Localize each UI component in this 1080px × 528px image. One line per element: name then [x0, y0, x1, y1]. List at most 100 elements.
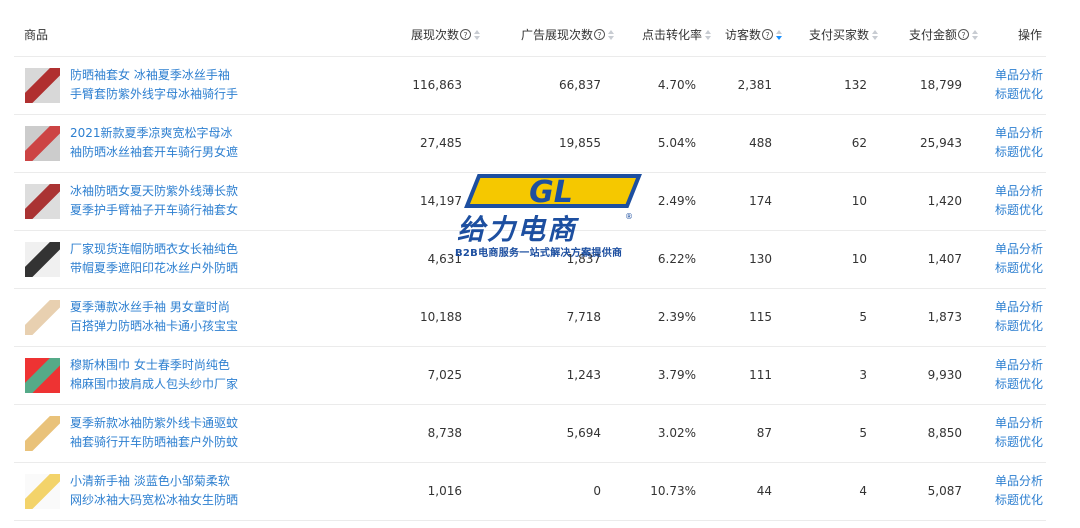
- table-row: 冰袖防晒女夏天防紫外线薄长款夏季护手臂袖子开车骑行袖套女 14,197 2.49…: [14, 173, 1046, 231]
- product-analysis-link[interactable]: 单品分析: [995, 240, 1043, 259]
- title-optimize-link[interactable]: 标题优化: [995, 259, 1043, 278]
- product-title-link[interactable]: 防晒袖套女 冰袖夏季冰丝手袖手臂套防紫外线字母冰袖骑行手: [70, 66, 240, 104]
- col-ops: 操作: [1018, 28, 1043, 42]
- product-thumbnail[interactable]: [25, 126, 60, 161]
- amount-value: 8,850: [927, 426, 962, 440]
- product-analysis-link[interactable]: 单品分析: [995, 66, 1043, 85]
- help-icon[interactable]: ?: [958, 29, 969, 40]
- product-thumbnail[interactable]: [25, 358, 60, 393]
- sort-icon[interactable]: [608, 29, 614, 41]
- ad-impressions-value: 1,837: [566, 252, 601, 266]
- product-analysis-link[interactable]: 单品分析: [995, 124, 1043, 143]
- amount-value: 25,943: [920, 136, 962, 150]
- ctr-value: 5.04%: [657, 136, 696, 150]
- sort-desc-active-icon[interactable]: [776, 29, 782, 41]
- ad-impressions-value: 66,837: [559, 78, 601, 92]
- title-optimize-link[interactable]: 标题优化: [995, 491, 1043, 510]
- product-title-link[interactable]: 冰袖防晒女夏天防紫外线薄长款夏季护手臂袖子开车骑行袖套女: [70, 182, 240, 220]
- impressions-value: 116,863: [412, 78, 462, 92]
- col-ad-impressions[interactable]: 广告展现次数?: [504, 26, 614, 43]
- col-amount[interactable]: 支付金额?: [894, 26, 978, 43]
- buyers-value: 62: [851, 136, 867, 150]
- sort-icon[interactable]: [474, 29, 480, 41]
- col-visitors[interactable]: 访客数?: [714, 26, 782, 43]
- product-thumbnail[interactable]: [25, 242, 60, 277]
- row-actions: 单品分析 标题优化: [995, 472, 1043, 510]
- product-thumbnail[interactable]: [25, 68, 60, 103]
- ctr-value: 6.22%: [657, 252, 696, 266]
- title-optimize-link[interactable]: 标题优化: [995, 375, 1043, 394]
- product-thumbnail[interactable]: [25, 474, 60, 509]
- buyers-value: 5: [859, 426, 867, 440]
- product-title-link[interactable]: 2021新款夏季凉爽宽松字母冰袖防晒冰丝袖套开车骑行男女遮: [70, 124, 240, 162]
- impressions-value: 1,016: [427, 484, 462, 498]
- ctr-value: 10.73%: [650, 484, 696, 498]
- product-analysis-link[interactable]: 单品分析: [995, 298, 1043, 317]
- ad-impressions-value: 19,855: [559, 136, 601, 150]
- title-optimize-link[interactable]: 标题优化: [995, 317, 1043, 336]
- sort-icon[interactable]: [705, 29, 711, 41]
- amount-value: 5,087: [927, 484, 962, 498]
- ctr-value: 2.49%: [657, 194, 696, 208]
- ctr-value: 4.70%: [657, 78, 696, 92]
- product-analysis-link[interactable]: 单品分析: [995, 472, 1043, 491]
- table-header: 商品 展现次数? 广告展现次数? 点击转化率 访客数? 支付买家数 支付金额? …: [14, 0, 1046, 57]
- ctr-value: 3.79%: [657, 368, 696, 382]
- help-icon[interactable]: ?: [460, 29, 471, 40]
- col-impressions[interactable]: 展现次数?: [394, 26, 480, 43]
- product-analysis-link[interactable]: 单品分析: [995, 414, 1043, 433]
- title-optimize-link[interactable]: 标题优化: [995, 85, 1043, 104]
- impressions-value: 8,738: [427, 426, 462, 440]
- product-thumbnail[interactable]: [25, 184, 60, 219]
- help-icon[interactable]: ?: [762, 29, 773, 40]
- ad-impressions-value: 5,694: [566, 426, 601, 440]
- row-actions: 单品分析 标题优化: [995, 66, 1043, 104]
- visitors-value: 111: [749, 368, 772, 382]
- visitors-value: 44: [756, 484, 772, 498]
- row-actions: 单品分析 标题优化: [995, 124, 1043, 162]
- product-title-link[interactable]: 夏季新款冰袖防紫外线卡通驱蚊袖套骑行开车防晒袖套户外防蚊: [70, 414, 240, 452]
- row-actions: 单品分析 标题优化: [995, 298, 1043, 336]
- amount-value: 18,799: [920, 78, 962, 92]
- product-title-link[interactable]: 厂家现货连帽防晒衣女长袖纯色带帽夏季遮阳印花冰丝户外防晒: [70, 240, 240, 278]
- product-analysis-link[interactable]: 单品分析: [995, 182, 1043, 201]
- sort-icon[interactable]: [872, 29, 878, 41]
- ctr-value: 2.39%: [657, 310, 696, 324]
- product-title-link[interactable]: 穆斯林围巾 女士春季时尚纯色棉麻围巾披肩成人包头纱巾厂家: [70, 356, 240, 394]
- col-ctr[interactable]: 点击转化率: [624, 26, 711, 43]
- ad-impressions-value: 1,243: [566, 368, 601, 382]
- table-row: 夏季新款冰袖防紫外线卡通驱蚊袖套骑行开车防晒袖套户外防蚊 8,738 5,694…: [14, 405, 1046, 463]
- sort-icon[interactable]: [972, 29, 978, 41]
- product-title-link[interactable]: 小清新手袖 淡蓝色小邹菊柔软网纱冰袖大码宽松冰袖女生防晒: [70, 472, 240, 510]
- buyers-value: 3: [859, 368, 867, 382]
- buyers-value: 10: [851, 252, 867, 266]
- impressions-value: 7,025: [427, 368, 462, 382]
- product-title-link[interactable]: 夏季薄款冰丝手袖 男女童时尚百搭弹力防晒冰袖卡通小孩宝宝: [70, 298, 240, 336]
- product-thumbnail[interactable]: [25, 300, 60, 335]
- product-analysis-link[interactable]: 单品分析: [995, 356, 1043, 375]
- title-optimize-link[interactable]: 标题优化: [995, 201, 1043, 220]
- col-buyers[interactable]: 支付买家数: [794, 26, 878, 43]
- amount-value: 1,873: [927, 310, 962, 324]
- impressions-value: 14,197: [420, 194, 462, 208]
- col-product: 商品: [24, 28, 49, 42]
- visitors-value: 115: [749, 310, 772, 324]
- title-optimize-link[interactable]: 标题优化: [995, 143, 1043, 162]
- ad-impressions-value: 7,718: [566, 310, 601, 324]
- ad-impressions-value: 0: [593, 484, 601, 498]
- impressions-value: 27,485: [420, 136, 462, 150]
- title-optimize-link[interactable]: 标题优化: [995, 433, 1043, 452]
- row-actions: 单品分析 标题优化: [995, 414, 1043, 452]
- impressions-value: 10,188: [420, 310, 462, 324]
- product-thumbnail[interactable]: [25, 416, 60, 451]
- ctr-value: 3.02%: [657, 426, 696, 440]
- visitors-value: 2,381: [737, 78, 772, 92]
- table-row: 穆斯林围巾 女士春季时尚纯色棉麻围巾披肩成人包头纱巾厂家 7,025 1,243…: [14, 347, 1046, 405]
- help-icon[interactable]: ?: [594, 29, 605, 40]
- table-row: 厂家现货连帽防晒衣女长袖纯色带帽夏季遮阳印花冰丝户外防晒 4,631 1,837…: [14, 231, 1046, 289]
- table-row: 防晒袖套女 冰袖夏季冰丝手袖手臂套防紫外线字母冰袖骑行手 116,863 66,…: [14, 57, 1046, 115]
- table-row: 2021新款夏季凉爽宽松字母冰袖防晒冰丝袖套开车骑行男女遮 27,485 19,…: [14, 115, 1046, 173]
- table-row: 小清新手袖 淡蓝色小邹菊柔软网纱冰袖大码宽松冰袖女生防晒 1,016 0 10.…: [14, 463, 1046, 521]
- amount-value: 9,930: [927, 368, 962, 382]
- buyers-value: 5: [859, 310, 867, 324]
